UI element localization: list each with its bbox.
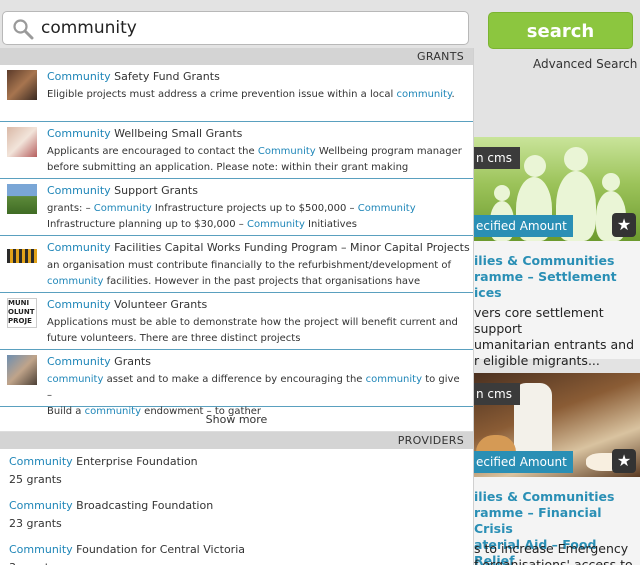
grant-title[interactable]: Community Volunteer Grants bbox=[47, 298, 207, 311]
search-suggestions-dropdown: GRANTS Community Safety Fund Grants Eligi… bbox=[0, 48, 474, 565]
provider-grant-count: 23 grants bbox=[9, 517, 62, 530]
grants-section-header: GRANTS bbox=[0, 48, 473, 65]
capital-works-thumbnail bbox=[7, 249, 37, 263]
wellbeing-thumbnail bbox=[7, 127, 37, 157]
grant-snippet: Applicants are encouraged to contact the… bbox=[47, 146, 462, 173]
grant-card[interactable]: n cms ecified Amount ★ ilies & Communiti… bbox=[474, 373, 640, 565]
search-icon bbox=[13, 19, 34, 40]
grant-card[interactable]: n cms ecified Amount ★ ilies & Communiti… bbox=[474, 137, 640, 368]
star-icon[interactable]: ★ bbox=[612, 449, 636, 473]
search-query-text: community bbox=[41, 18, 137, 38]
grant-title[interactable]: Community Grants bbox=[47, 355, 151, 368]
card-title[interactable]: ilies & Communities ramme – Settlement i… bbox=[474, 253, 636, 301]
grant-snippet: grants: – Community Infrastructure proje… bbox=[47, 203, 416, 230]
grant-title[interactable]: Community Safety Fund Grants bbox=[47, 70, 220, 83]
provider-name[interactable]: Community Broadcasting Foundation bbox=[9, 499, 213, 512]
grant-suggestion[interactable]: MUNI OLUNT PROJE Community Volunteer Grants… bbox=[0, 293, 473, 350]
providers-section-header: PROVIDERS bbox=[0, 432, 473, 449]
grant-snippet: Eligible projects must address a crime p… bbox=[47, 89, 455, 100]
provider-grant-count: 3 grants bbox=[9, 561, 55, 565]
safety-fund-thumbnail bbox=[7, 70, 37, 100]
category-tag: n cms bbox=[474, 147, 520, 169]
provider-name[interactable]: Community Enterprise Foundation bbox=[9, 455, 198, 468]
provider-suggestion-list: Community Enterprise Foundation 25 grants… bbox=[0, 449, 473, 565]
advanced-search-link[interactable]: Advanced Search bbox=[533, 57, 637, 71]
search-input[interactable]: community bbox=[2, 11, 469, 45]
provider-name[interactable]: Community Foundation for Central Victori… bbox=[9, 543, 245, 556]
star-icon[interactable]: ★ bbox=[612, 213, 636, 237]
grant-title[interactable]: Community Facilities Capital Works Fundi… bbox=[47, 241, 470, 254]
grant-suggestion[interactable]: Community Facilities Capital Works Fundi… bbox=[0, 236, 473, 293]
provider-suggestion[interactable]: Community Enterprise Foundation 25 grants bbox=[0, 449, 473, 493]
grant-snippet: an organisation must contribute financia… bbox=[47, 260, 452, 287]
support-grants-thumbnail bbox=[7, 184, 37, 214]
card-description: vers core settlement support umanitarian… bbox=[474, 305, 635, 368]
provider-suggestion[interactable]: Community Broadcasting Foundation 23 gran… bbox=[0, 493, 473, 537]
grant-title[interactable]: Community Wellbeing Small Grants bbox=[47, 127, 242, 140]
community-grants-thumbnail bbox=[7, 355, 37, 385]
grant-suggestion[interactable]: Community Support Grants grants: – Commun… bbox=[0, 179, 473, 236]
grant-snippet: community asset and to make a difference… bbox=[47, 374, 460, 417]
volunteer-grants-thumbnail: MUNI OLUNT PROJE bbox=[7, 298, 37, 328]
provider-grant-count: 25 grants bbox=[9, 473, 62, 486]
provider-suggestion[interactable]: Community Foundation for Central Victori… bbox=[0, 537, 473, 565]
card-image-food: n cms ecified Amount ★ bbox=[474, 373, 640, 477]
grant-snippet: Applications must be able to demonstrate… bbox=[47, 317, 458, 344]
amount-tag: ecified Amount bbox=[474, 215, 573, 237]
grant-suggestion-list: Community Safety Fund Grants Eligible pro… bbox=[0, 65, 473, 417]
grant-suggestion[interactable]: Community Grants community asset and to m… bbox=[0, 350, 473, 417]
card-description: s to increase Emergency f organisations'… bbox=[474, 541, 633, 565]
grant-title[interactable]: Community Support Grants bbox=[47, 184, 198, 197]
amount-tag: ecified Amount bbox=[474, 451, 573, 473]
search-button[interactable]: search bbox=[488, 12, 633, 49]
grant-suggestion[interactable]: Community Safety Fund Grants Eligible pro… bbox=[0, 65, 473, 122]
card-image-family: n cms ecified Amount ★ bbox=[474, 137, 640, 241]
category-tag: n cms bbox=[474, 383, 520, 405]
grant-suggestion[interactable]: Community Wellbeing Small Grants Applican… bbox=[0, 122, 473, 179]
